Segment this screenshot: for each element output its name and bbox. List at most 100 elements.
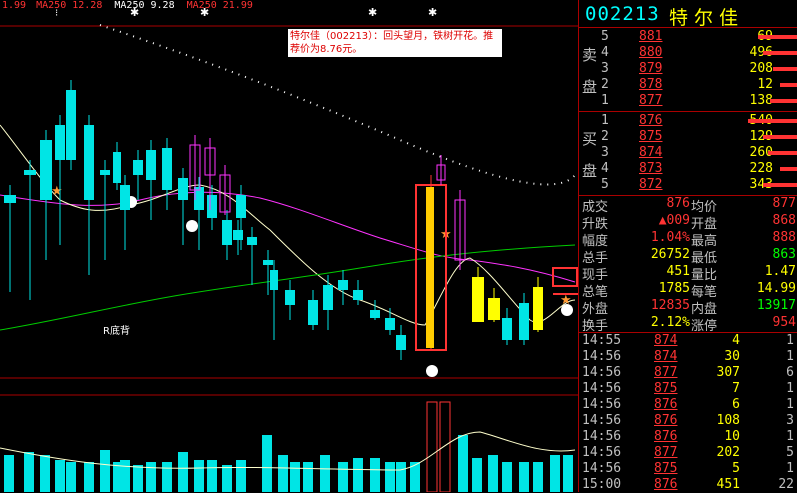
tick-price: 877 bbox=[654, 365, 678, 380]
quote-summary: 成交 876 均价 877 升跌 ▲009 开盘 868 幅度 1.04% 最高 888 总手 26752… bbox=[579, 196, 797, 334]
tick-row[interactable]: 14:56 877 307 6 bbox=[579, 365, 797, 381]
sell-volume: 208 bbox=[749, 61, 773, 76]
tick-row[interactable]: 15:00 876 451 22 bbox=[579, 477, 797, 493]
sell-book: 卖 盘 588169488049638792082878121877138 bbox=[579, 28, 797, 112]
buy-price[interactable]: 876 bbox=[639, 113, 662, 128]
volume-bar bbox=[385, 462, 395, 492]
volume-bar bbox=[236, 460, 246, 492]
tick-time: 14:56 bbox=[582, 397, 622, 412]
tick-row[interactable]: 14:56 877 202 5 bbox=[579, 445, 797, 461]
candle bbox=[270, 270, 278, 290]
sell-volume-bar bbox=[758, 35, 797, 39]
volume-bar bbox=[162, 462, 172, 492]
volume-bar bbox=[338, 462, 348, 492]
tick-time: 14:56 bbox=[582, 413, 622, 428]
svg-text:✱: ✱ bbox=[428, 6, 437, 19]
sell-volume-bar bbox=[763, 51, 797, 55]
volume-bar bbox=[133, 465, 143, 492]
kline-svg: ⁝ ✱ ✱ ✱ ✱ ★ ★ ★ bbox=[0, 6, 578, 492]
kline-chart-area[interactable]: 1.99 MA250 12.28 MA250 9.28 MA250 21.99 … bbox=[0, 0, 578, 492]
sell-price[interactable]: 881 bbox=[639, 29, 662, 44]
tick-row[interactable]: 14:56 876 10 1 bbox=[579, 429, 797, 445]
quote-row: 外盘 12835 内盘 13917 bbox=[579, 298, 797, 317]
sell-row[interactable]: 4 880 496 bbox=[579, 45, 797, 61]
tick-row[interactable]: 14:56 874 30 1 bbox=[579, 349, 797, 365]
candle bbox=[222, 220, 232, 245]
tick-price: 876 bbox=[654, 429, 678, 444]
volume-bar bbox=[303, 462, 313, 492]
tick-row[interactable]: 14:56 876 108 3 bbox=[579, 413, 797, 429]
quote-value: 1785 bbox=[658, 281, 690, 296]
candle bbox=[4, 195, 16, 203]
svg-text:✱: ✱ bbox=[130, 6, 139, 19]
candle bbox=[488, 298, 500, 320]
tick-volume: 4 bbox=[732, 333, 740, 348]
sell-level: 3 bbox=[601, 61, 609, 76]
volume-bar bbox=[24, 452, 34, 492]
sell-row[interactable]: 3 879 208 bbox=[579, 61, 797, 77]
quote-value-2: 1.47 bbox=[764, 264, 796, 279]
buy-volume-bar bbox=[768, 151, 797, 155]
tick-count: 1 bbox=[786, 397, 794, 412]
quote-value-2: 877 bbox=[772, 196, 796, 211]
buy-price[interactable]: 873 bbox=[639, 161, 662, 176]
sell-row[interactable]: 588169 bbox=[579, 29, 797, 45]
buy-volume-bar bbox=[748, 119, 797, 123]
tick-count: 3 bbox=[786, 413, 794, 428]
buy-row[interactable]: 4 873 228 bbox=[579, 161, 797, 177]
volume-bar bbox=[222, 465, 232, 492]
buy-row[interactable]: 1876540 bbox=[579, 113, 797, 129]
buy-volume-bar bbox=[763, 183, 797, 187]
sell-row[interactable]: 1 877 138 bbox=[579, 93, 797, 109]
candle bbox=[120, 185, 130, 210]
volume-bar bbox=[563, 455, 573, 492]
tick-volume: 30 bbox=[724, 349, 740, 364]
buy-volume: 228 bbox=[749, 161, 773, 176]
sell-price[interactable]: 877 bbox=[639, 93, 662, 108]
sell-row[interactable]: 2 878 12 bbox=[579, 77, 797, 93]
quote-value-2: 868 bbox=[772, 213, 796, 228]
candle bbox=[133, 160, 143, 175]
tick-price: 877 bbox=[654, 445, 678, 460]
tick-price: 876 bbox=[654, 397, 678, 412]
tick-volume: 10 bbox=[724, 429, 740, 444]
candle bbox=[66, 90, 76, 160]
tick-list[interactable]: 14:55 874 4 1 14:56 874 30 1 14:56 877 307 6 14:56 87… bbox=[579, 333, 797, 492]
sell-price[interactable]: 880 bbox=[639, 45, 662, 60]
tick-price: 874 bbox=[654, 333, 678, 348]
candle bbox=[533, 287, 543, 330]
svg-text:✱: ✱ bbox=[368, 6, 377, 19]
sell-price[interactable]: 878 bbox=[639, 77, 662, 92]
stock-annotation: 特尔佳（002213）：回头望月，铁树开花。推荐价为8.76元。 bbox=[288, 29, 502, 57]
quote-value: 451 bbox=[666, 264, 690, 279]
quote-row: 成交 876 均价 877 bbox=[579, 196, 797, 215]
volume-bar bbox=[290, 462, 300, 492]
candle bbox=[207, 195, 217, 218]
candle bbox=[285, 290, 295, 305]
svg-text:★: ★ bbox=[51, 184, 63, 199]
volume-bar bbox=[519, 462, 529, 492]
sell-price[interactable]: 879 bbox=[639, 61, 662, 76]
buy-row[interactable]: 3 874 260 bbox=[579, 145, 797, 161]
tick-row[interactable]: 14:56 876 6 1 bbox=[579, 397, 797, 413]
quote-value: 12835 bbox=[650, 298, 690, 313]
candle bbox=[472, 277, 484, 322]
volume-bar bbox=[4, 455, 14, 492]
volume-bar bbox=[262, 435, 272, 492]
volume-bar bbox=[550, 455, 560, 492]
volume-bar bbox=[278, 455, 288, 492]
tick-volume: 451 bbox=[716, 477, 740, 492]
tick-time: 15:00 bbox=[582, 477, 622, 492]
tick-count: 1 bbox=[786, 381, 794, 396]
tick-row[interactable]: 14:56 875 7 1 bbox=[579, 381, 797, 397]
buy-price[interactable]: 874 bbox=[639, 145, 662, 160]
tick-row[interactable]: 14:55 874 4 1 bbox=[579, 333, 797, 349]
tick-count: 5 bbox=[786, 445, 794, 460]
buy-row[interactable]: 5 872 343 bbox=[579, 177, 797, 193]
buy-price[interactable]: 875 bbox=[639, 129, 662, 144]
candle bbox=[113, 152, 121, 183]
tick-row[interactable]: 14:56 875 5 1 bbox=[579, 461, 797, 477]
buy-row[interactable]: 2 875 129 bbox=[579, 129, 797, 145]
candle bbox=[396, 335, 406, 350]
buy-price[interactable]: 872 bbox=[639, 177, 662, 192]
